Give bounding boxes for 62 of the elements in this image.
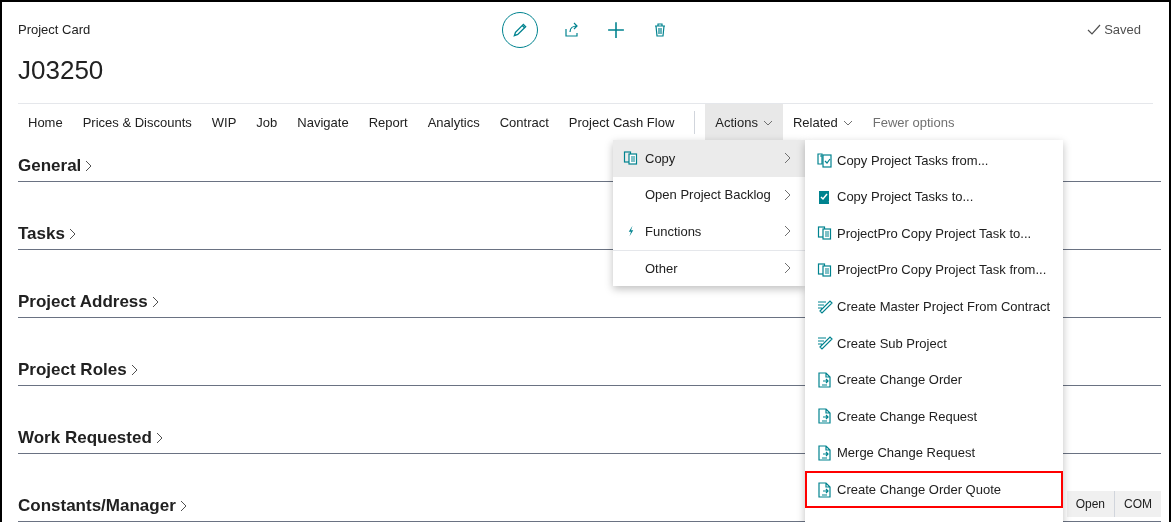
action-tab[interactable]: Navigate [287,104,359,141]
chevron-icon [151,296,159,308]
menu-item[interactable]: Copy Project Tasks to... [805,178,1063,216]
chevron-icon [784,152,791,165]
section-header[interactable]: Project Address [18,290,159,314]
wand-icon [817,298,833,315]
document-arrows-icon [817,445,833,462]
chevron-icon [130,364,138,376]
action-tab[interactable]: Project Cash Flow [558,104,685,141]
action-tab[interactable]: Home [18,104,73,141]
action-tab[interactable]: Actions [705,104,783,141]
menu-item[interactable]: Open Project Backlog [613,176,805,213]
menu-item[interactable]: Create Change Order Quote [805,471,1063,508]
action-tab[interactable]: Prices & Discounts [72,104,202,141]
save-status: Saved [1087,22,1141,38]
share-icon [563,22,580,38]
chevron-icon [155,432,163,444]
document-arrows-icon [817,408,833,425]
menu-item[interactable]: Create Master Project From Contract [805,288,1063,325]
add-icon [606,21,625,39]
menu-item[interactable]: Create Change Request [805,398,1063,435]
section-header[interactable]: Work Requested [18,426,163,450]
section-header[interactable]: Constants/Manager [18,494,187,518]
chevron-icon [784,188,791,201]
menu-item[interactable]: ProjectPro Copy Project Task to... [805,215,1063,252]
copy-icon [817,225,833,242]
chevron-icon [179,500,187,512]
chevron-icon [784,262,791,275]
document-arrows-icon [817,371,833,388]
page-caption: Project Card [18,22,91,38]
record-title: J03250 [18,54,104,86]
action-tab[interactable]: Report [358,104,418,141]
pencil-icon [510,21,529,39]
checkmark-icon [1087,24,1102,36]
menu-item[interactable]: ProjectPro Copy Project Task from... [805,251,1063,289]
action-tab[interactable]: Contract [489,104,559,141]
copy-icon [623,150,639,167]
new-button[interactable] [605,20,626,40]
section-header[interactable]: Project Roles [18,358,138,382]
table-cell: COM [1114,491,1161,517]
section-header[interactable]: General [18,154,93,178]
document-arrows-icon [817,481,833,498]
copy-icon [817,262,833,279]
menu-item[interactable]: Copy Project Tasks from... [805,142,1063,179]
section-header[interactable]: Tasks [18,222,76,246]
table-cell: Open [1066,491,1114,517]
action-tab[interactable]: Job [246,104,288,141]
caret-icon [842,119,853,126]
chevron-icon [68,228,76,240]
menu-item[interactable]: Merge Change Request [805,434,1063,472]
menu-item[interactable]: Create Sub Project [805,324,1063,362]
menu-item[interactable]: Functions [613,213,805,250]
chevron-icon [784,225,791,238]
tab-link[interactable]: Fewer options [862,104,965,141]
menu-item[interactable]: Copy [613,140,805,177]
menu-item[interactable]: Create Change Order [805,361,1063,399]
action-tab[interactable]: Analytics [417,104,490,141]
clipboard-check-icon [817,152,833,169]
chevron-icon [85,160,93,172]
wand-icon [817,335,833,352]
caret-icon [762,119,773,126]
action-tab[interactable]: WIP [201,104,247,141]
